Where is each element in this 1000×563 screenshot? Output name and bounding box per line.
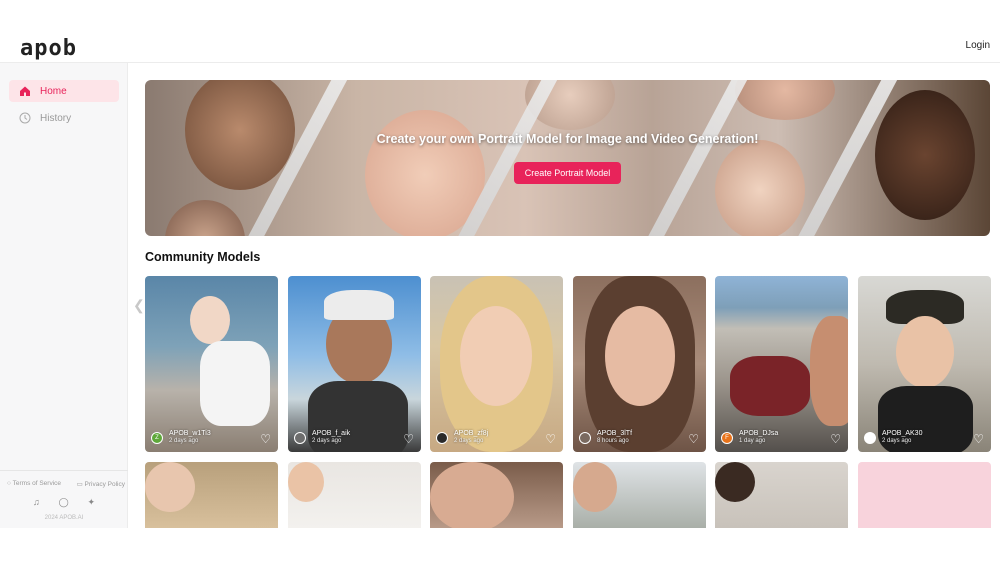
avatar [579,431,591,444]
sidebar: Home History ○ Terms of Service ▭ Privac… [0,63,128,528]
sidebar-item-home[interactable]: Home [9,80,119,102]
card-username: APOB_w1Ti3 [169,430,211,437]
heart-icon[interactable]: ♡ [545,432,556,446]
card-username: APOB_zf8j [454,430,489,437]
footer-links: ○ Terms of Service ▭ Privacy Policy [7,480,125,488]
portrait-image [573,462,617,512]
card-time: 2 days ago [454,438,484,444]
model-card[interactable] [430,462,563,528]
privacy-link[interactable]: ▭ Privacy Policy [77,480,125,488]
heart-icon[interactable]: ♡ [403,432,414,446]
banner-portrait [165,200,245,236]
section-title: Community Models [145,250,261,264]
social-links: ♫ ◯ ✦ [33,497,95,508]
heart-icon[interactable]: ♡ [260,432,271,446]
portrait-image [430,462,514,528]
portrait-image [810,316,848,426]
card-username: APOB_f_aik [312,430,351,437]
create-portrait-model-button[interactable]: Create Portrait Model [514,162,621,184]
card-meta: APOB_AK30 2 days ago [864,430,922,445]
model-card[interactable]: APOB_3lTf 8 hours ago ♡ [573,276,706,452]
sidebar-item-history[interactable]: History [9,107,119,129]
portrait-image [715,462,755,502]
portrait-image [190,296,230,344]
banner-portrait [735,80,835,120]
tiktok-icon[interactable]: ♫ [33,497,40,508]
model-card[interactable] [715,462,848,528]
apob-logo[interactable]: apob [20,36,77,61]
portrait-image [896,316,954,388]
card-time: 1 day ago [739,438,766,444]
heart-icon[interactable]: ♡ [830,432,841,446]
card-meta: F APOB_DJsa 1 day ago [721,430,778,445]
instagram-icon[interactable]: ◯ [59,497,69,508]
sidebar-footer: ○ Terms of Service ▭ Privacy Policy ♫ ◯ … [0,470,128,528]
model-card[interactable]: APOB_AK30 2 days ago ♡ [858,276,991,452]
twitter-icon[interactable]: ✦ [87,497,95,508]
card-username: APOB_DJsa [739,430,779,437]
chevron-left-icon[interactable]: ❮ [133,297,145,314]
model-card[interactable]: APOB_f_aik 2 days ago ♡ [288,276,421,452]
portrait-image [730,356,810,416]
heart-icon[interactable]: ♡ [688,432,699,446]
card-time: 2 days ago [882,438,912,444]
portrait-image [460,306,532,406]
card-meta: APOB_f_aik 2 days ago [294,430,350,445]
model-card[interactable] [858,462,991,528]
model-card[interactable] [288,462,421,528]
home-icon [19,85,31,97]
portrait-image [324,290,394,320]
privacy-label: Privacy Policy [84,481,125,488]
top-bar: apob Login [0,30,1000,63]
model-card[interactable]: APOB_zf8j 2 days ago ♡ [430,276,563,452]
hero-banner: Create your own Portrait Model for Image… [145,80,990,236]
card-meta: Z APOB_w1Ti3 2 days ago [151,430,211,445]
banner-portrait [875,90,975,220]
card-username: APOB_3lTf [597,430,633,437]
avatar: F [721,431,733,444]
avatar [864,431,876,444]
banner-portrait [715,140,805,236]
clock-icon [19,112,31,124]
sidebar-item-label: History [40,112,72,124]
terms-link[interactable]: ○ Terms of Service [7,480,61,488]
sidebar-item-label: Home [40,85,67,97]
model-card[interactable] [145,462,278,528]
portrait-image [145,462,195,512]
card-time: 8 hours ago [597,438,629,444]
card-meta: APOB_zf8j 2 days ago [436,430,488,445]
card-meta: APOB_3lTf 8 hours ago [579,430,632,445]
card-time: 2 days ago [312,438,342,444]
avatar [294,431,306,444]
avatar: Z [151,431,163,444]
avatar [436,431,448,444]
portrait-image [288,462,324,502]
banner-title: Create your own Portrait Model for Image… [376,132,759,146]
model-card[interactable]: F APOB_DJsa 1 day ago ♡ [715,276,848,452]
card-username: APOB_AK30 [882,430,923,437]
model-card[interactable] [573,462,706,528]
copyright-text: 2024 APOB.AI [44,515,84,521]
portrait-image [605,306,675,406]
login-button[interactable]: Login [966,40,990,51]
heart-icon[interactable]: ♡ [973,432,984,446]
model-card[interactable]: Z APOB_w1Ti3 2 days ago ♡ [145,276,278,452]
terms-label: Terms of Service [12,480,62,487]
portrait-image [200,341,270,426]
card-time: 2 days ago [169,438,199,444]
